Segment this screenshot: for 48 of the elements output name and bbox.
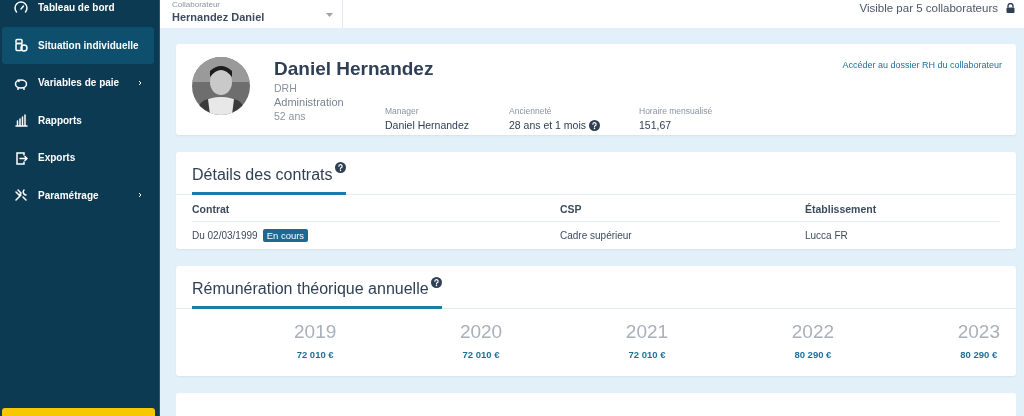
column-header: CSP xyxy=(560,195,805,222)
sidebar-item[interactable]: Tableau de bord xyxy=(2,0,154,27)
coins-icon xyxy=(14,38,28,53)
year-label: 2019 xyxy=(294,321,337,343)
job-title: DRH xyxy=(274,81,298,95)
fact-value: 151,67 xyxy=(639,119,672,131)
year-label: 2022 xyxy=(791,321,835,343)
help-icon[interactable] xyxy=(430,277,442,288)
caret-icon xyxy=(326,13,333,17)
column-header: Contrat xyxy=(192,195,560,222)
fact-label: Ancienneté xyxy=(509,106,553,116)
status-badge: En cours xyxy=(262,229,309,242)
year-label: 2023 xyxy=(957,321,1000,343)
age-text: 52 ans xyxy=(274,109,307,123)
export-icon xyxy=(14,150,28,165)
employee-name: Daniel Hernandez xyxy=(274,58,435,80)
bar-chart-icon xyxy=(14,113,28,128)
fact-value: Daniel Hernandez xyxy=(385,119,470,131)
table-cell-text: Lucca FR xyxy=(805,229,849,243)
year-label: 2020 xyxy=(459,321,503,343)
salary-amount: 80 290 € xyxy=(960,349,998,360)
sidebar-item[interactable]: Rapports xyxy=(2,101,154,139)
salary-amount: 72 010 € xyxy=(628,349,666,360)
fact-value: 28 ans et 1 mois xyxy=(509,119,587,131)
gauge-icon xyxy=(14,0,28,15)
fact-label: Horaire mensualisé xyxy=(639,106,714,116)
department-text: Administration xyxy=(274,95,345,109)
lock-icon xyxy=(1006,3,1015,13)
section-title: Détails des contrats xyxy=(192,166,333,184)
column-header: Établissement xyxy=(805,195,1000,222)
section-title: Rémunération théorique annuelle xyxy=(192,280,429,298)
visibility-text: Visible par 5 collaborateurs xyxy=(859,2,998,14)
sidebar-item[interactable]: Exports xyxy=(2,139,154,177)
sidebar-item[interactable]: Variables de paie xyxy=(2,64,154,102)
year-label: 2021 xyxy=(625,321,669,343)
hr-file-link[interactable]: Accéder au dossier RH du collaborateur xyxy=(842,60,1002,70)
help-icon[interactable] xyxy=(334,162,346,173)
fact-label: Manager xyxy=(385,106,420,116)
tools-icon xyxy=(14,188,28,203)
salary-amount: 72 010 € xyxy=(462,349,500,360)
table-cell-text: Cadre supérieur xyxy=(560,229,633,243)
help-icon[interactable] xyxy=(589,119,601,131)
collaborator-select[interactable]: Collaborateur Hernandez Daniel xyxy=(160,0,343,28)
contract-start-date: Du 02/03/1999 xyxy=(192,230,258,241)
salary-amount: 80 290 € xyxy=(794,349,832,360)
sidebar-item[interactable]: Paramétrage xyxy=(2,176,154,214)
sidebar-item[interactable]: Situation individuelle xyxy=(2,26,154,64)
salary-amount: 72 010 € xyxy=(296,349,334,360)
